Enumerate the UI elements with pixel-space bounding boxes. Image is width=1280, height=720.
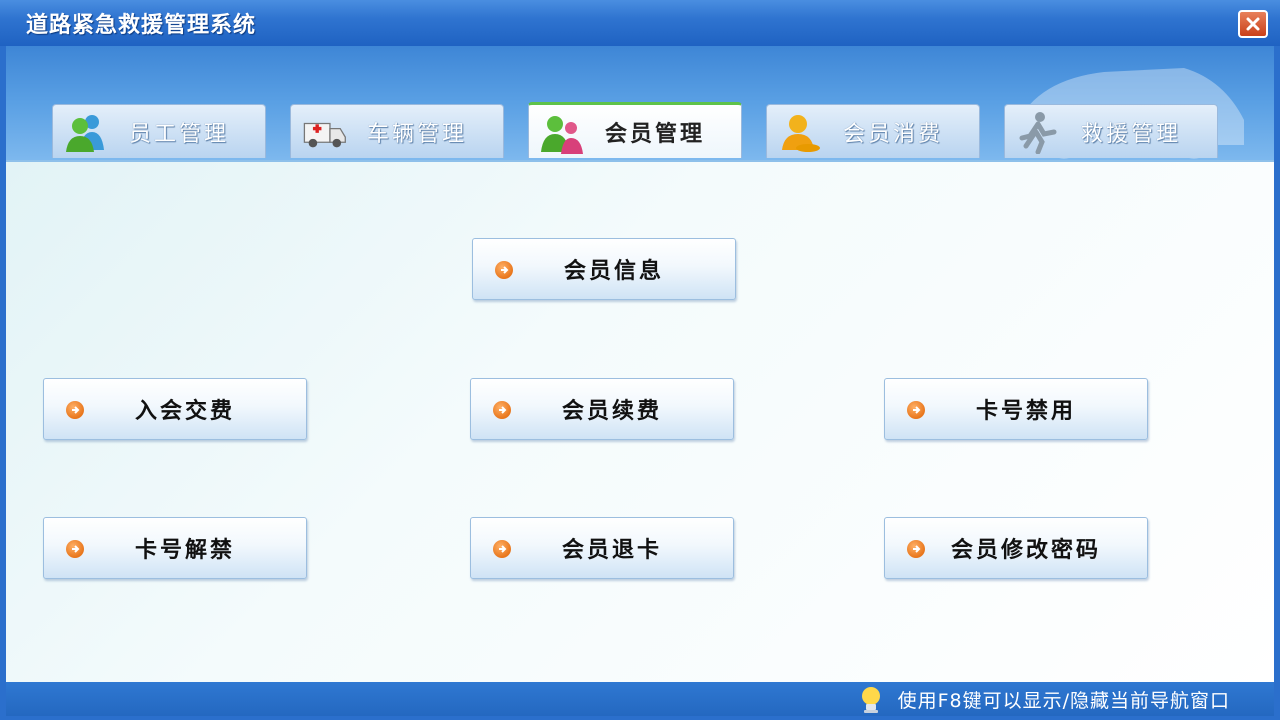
tab-member-consumption[interactable]: 会员消费 (766, 104, 980, 158)
join-fee-button[interactable]: 入会交费 (43, 378, 307, 440)
status-bar: 使用F8键可以显示/隐藏当前导航窗口 (6, 682, 1274, 716)
members-icon (539, 109, 585, 155)
arrow-right-icon (907, 401, 925, 419)
arrow-right-icon (66, 401, 84, 419)
member-info-button[interactable]: 会员信息 (472, 238, 736, 300)
close-button[interactable] (1238, 10, 1268, 38)
tab-label: 会员消费 (843, 121, 944, 147)
window-title: 道路紧急救援管理系统 (26, 13, 257, 38)
title-bar: 道路紧急救援管理系统 (0, 0, 1280, 46)
card-unban-button[interactable]: 卡号解禁 (43, 517, 307, 579)
tab-employee-management[interactable]: 员工管理 (52, 104, 266, 158)
main-content: 会员信息 入会交费 会员续费 卡号禁用 卡号解禁 会员退卡 会员修改密码 (6, 160, 1274, 682)
tab-bar: 员工管理 车辆管理 会员管理 会员消费 救援管理 (52, 102, 1242, 160)
arrow-right-icon (493, 401, 511, 419)
card-disable-button[interactable]: 卡号禁用 (884, 378, 1148, 440)
arrow-right-icon (66, 540, 84, 558)
member-change-password-button[interactable]: 会员修改密码 (884, 517, 1148, 579)
status-hint: 使用F8键可以显示/隐藏当前导航窗口 (897, 689, 1230, 712)
arrow-right-icon (907, 540, 925, 558)
arrow-right-icon (493, 540, 511, 558)
tab-member-management[interactable]: 会员管理 (528, 102, 742, 158)
tab-vehicle-management[interactable]: 车辆管理 (290, 104, 504, 158)
member-cancel-card-button[interactable]: 会员退卡 (470, 517, 734, 579)
tab-label: 会员管理 (605, 121, 706, 147)
tab-label: 车辆管理 (367, 121, 468, 147)
lightbulb-icon (861, 687, 880, 713)
running-man-icon (1015, 109, 1061, 155)
users-icon (63, 109, 109, 155)
member-renew-button[interactable]: 会员续费 (470, 378, 734, 440)
tab-label: 员工管理 (129, 121, 230, 147)
arrow-right-icon (495, 261, 513, 279)
member-consume-icon (777, 109, 823, 155)
tab-rescue-management[interactable]: 救援管理 (1004, 104, 1218, 158)
close-icon (1246, 17, 1260, 31)
tab-label: 救援管理 (1081, 121, 1182, 147)
ambulance-icon (301, 109, 347, 155)
